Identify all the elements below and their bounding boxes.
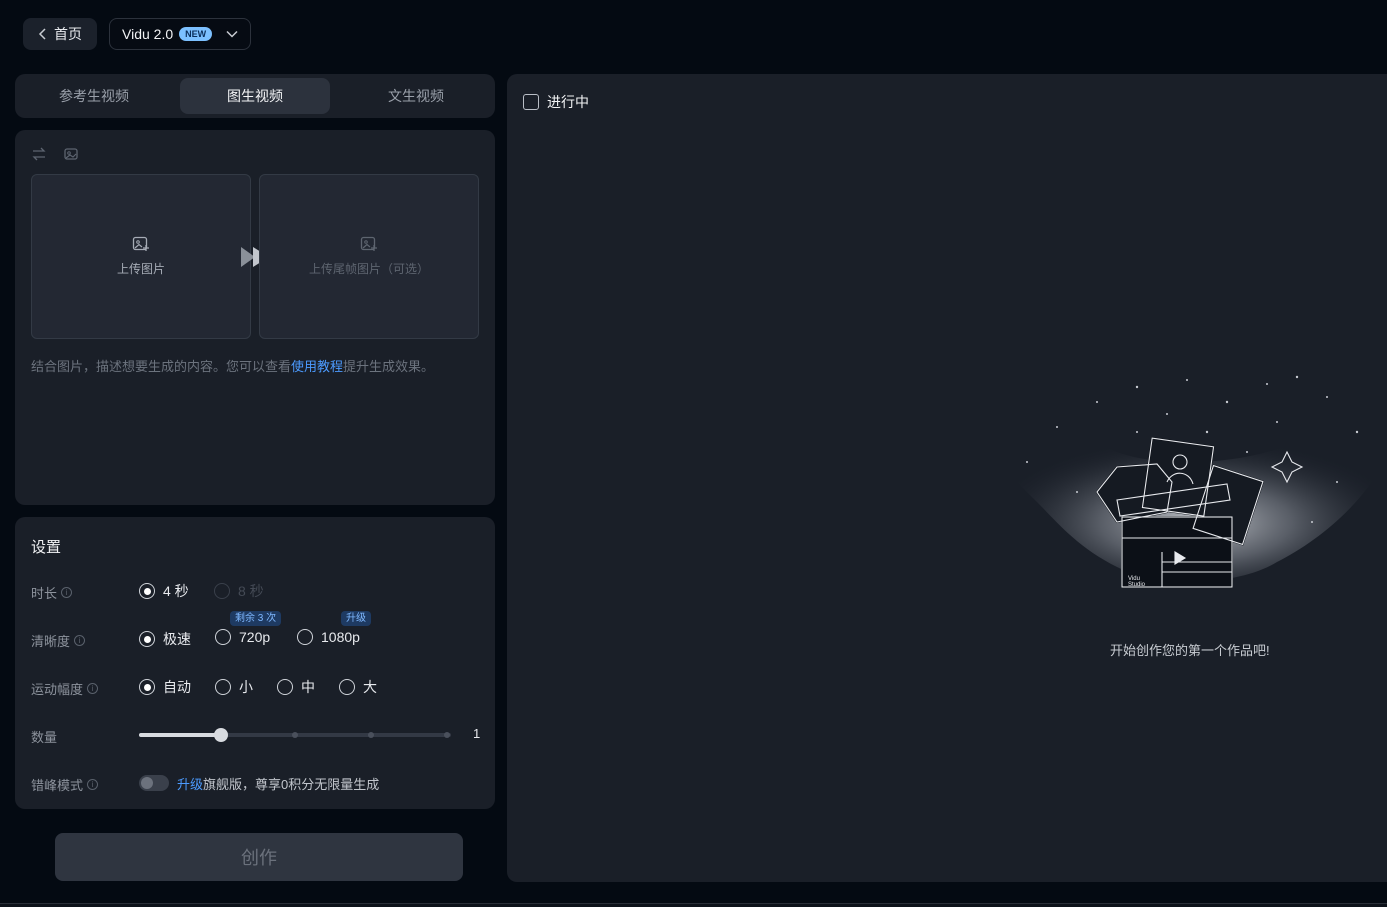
offpeak-label: 错峰模式 i bbox=[31, 775, 99, 794]
offpeak-text: 旗舰版，尊享0积分无限量生成 bbox=[203, 777, 380, 792]
remaining-tag: 剩余 3 次 bbox=[230, 611, 282, 626]
info-icon[interactable]: i bbox=[74, 635, 86, 646]
settings-panel: 设置 时长 i 4 秒 8 秒 清晰度 i 剩余 3 次 升级 极速 720p … bbox=[15, 517, 495, 809]
hint-text: 结合图片，描述想要生成的内容。您可以查看 bbox=[31, 359, 292, 374]
radio-dot bbox=[214, 583, 230, 599]
quantity-label-text: 数量 bbox=[31, 730, 58, 745]
prompt-hint[interactable]: 结合图片，描述想要生成的内容。您可以查看使用教程提升生成效果。 bbox=[31, 356, 434, 375]
info-icon[interactable]: i bbox=[87, 779, 99, 790]
image-upload-icon bbox=[360, 236, 377, 251]
radio-label: 8 秒 bbox=[238, 583, 264, 599]
model-name: Vidu 2.0 bbox=[122, 26, 174, 42]
mode-tabs: 参考生视频 图生视频 文生视频 bbox=[15, 74, 495, 118]
empty-state-text: 开始创作您的第一个作品吧! bbox=[1110, 643, 1270, 658]
upload-last-label: 上传尾帧图片（可选） bbox=[308, 262, 429, 276]
motion-auto-radio[interactable]: 自动 bbox=[139, 677, 191, 697]
resolution-720p-radio[interactable]: 720p bbox=[215, 629, 270, 645]
radio-label: 720p bbox=[239, 629, 271, 645]
radio-label: 中 bbox=[301, 679, 315, 695]
motion-large-radio[interactable]: 大 bbox=[339, 677, 377, 697]
duration-4s-radio[interactable]: 4 秒 bbox=[139, 581, 189, 601]
offpeak-label-text: 错峰模式 bbox=[31, 778, 84, 793]
slider-mark bbox=[292, 732, 298, 738]
upload-first-label: 上传图片 bbox=[116, 262, 165, 276]
bottom-border bbox=[0, 903, 1387, 907]
image-upload-icon bbox=[132, 236, 149, 251]
upgrade-link[interactable]: 升级 bbox=[177, 777, 203, 792]
tutorial-link[interactable]: 使用教程 bbox=[291, 359, 343, 374]
motion-label: 运动幅度 i bbox=[31, 679, 99, 698]
info-icon[interactable]: i bbox=[87, 683, 99, 694]
motion-medium-radio[interactable]: 中 bbox=[277, 677, 315, 697]
resolution-fast-radio[interactable]: 极速 bbox=[139, 629, 191, 649]
upload-first-frame[interactable]: 上传图片 bbox=[31, 174, 251, 339]
slider-mark bbox=[444, 732, 450, 738]
radio-dot bbox=[277, 679, 293, 695]
quantity-label: 数量 bbox=[31, 727, 57, 746]
in-progress-label: 进行中 bbox=[547, 94, 589, 110]
quantity-value: 1 bbox=[473, 726, 481, 741]
upgrade-tag[interactable]: 升级 bbox=[341, 611, 371, 626]
upload-panel: 上传图片 上传尾帧图片（可选） 结合图片，描述想要生成的内容。您可以查看使用教程… bbox=[15, 130, 495, 505]
chevron-down-icon bbox=[226, 30, 238, 38]
tab-text-to-video[interactable]: 文生视频 bbox=[341, 78, 491, 114]
quantity-slider[interactable] bbox=[139, 728, 451, 742]
duration-label: 时长 i bbox=[31, 583, 73, 602]
chevron-left-icon bbox=[38, 28, 46, 40]
home-label: 首页 bbox=[54, 26, 82, 42]
resolution-label: 清晰度 i bbox=[31, 631, 86, 650]
radio-label: 自动 bbox=[163, 679, 191, 695]
radio-dot bbox=[139, 583, 155, 599]
info-icon[interactable]: i bbox=[61, 587, 73, 598]
offpeak-description: 升级旗舰版，尊享0积分无限量生成 bbox=[177, 774, 379, 793]
slider-fill bbox=[139, 733, 221, 737]
hint-text-end: 提升生成效果。 bbox=[343, 359, 435, 374]
duration-8s-radio[interactable]: 8 秒 bbox=[214, 581, 264, 601]
checkbox[interactable] bbox=[523, 94, 539, 110]
resolution-label-text: 清晰度 bbox=[31, 634, 71, 649]
radio-dot bbox=[339, 679, 355, 695]
slider-mark bbox=[368, 732, 374, 738]
upload-last-frame[interactable]: 上传尾帧图片（可选） bbox=[259, 174, 479, 339]
radio-dot bbox=[139, 679, 155, 695]
slider-knob[interactable] bbox=[214, 728, 228, 742]
new-badge: NEW bbox=[179, 27, 213, 41]
model-selector[interactable]: Vidu 2.0 NEW bbox=[109, 18, 251, 50]
illustration-caption-studio: Studio bbox=[1128, 582, 1146, 588]
radio-label: 极速 bbox=[163, 631, 191, 647]
create-button[interactable]: 创作 bbox=[55, 833, 463, 881]
results-panel: 进行中 Vidu Studio 开始创作您的第一个作品吧! bbox=[507, 74, 1387, 882]
radio-dot bbox=[215, 629, 231, 645]
settings-title: 设置 bbox=[31, 539, 62, 556]
radio-label: 大 bbox=[363, 679, 377, 695]
image-settings-icon[interactable] bbox=[63, 146, 79, 162]
in-progress-filter[interactable]: 进行中 bbox=[523, 92, 589, 112]
swap-icon[interactable] bbox=[31, 146, 47, 162]
motion-small-radio[interactable]: 小 bbox=[215, 677, 253, 697]
radio-label: 4 秒 bbox=[163, 583, 189, 599]
empty-state-illustration: Vidu Studio bbox=[1003, 375, 1387, 588]
radio-label: 1080p bbox=[321, 629, 360, 645]
resolution-1080p-radio[interactable]: 1080p bbox=[297, 629, 360, 645]
duration-label-text: 时长 bbox=[31, 586, 58, 601]
offpeak-toggle[interactable] bbox=[139, 775, 169, 791]
radio-dot bbox=[215, 679, 231, 695]
radio-dot bbox=[139, 631, 155, 647]
motion-label-text: 运动幅度 bbox=[31, 682, 84, 697]
tab-image-to-video[interactable]: 图生视频 bbox=[180, 78, 330, 114]
tab-reference-video[interactable]: 参考生视频 bbox=[19, 78, 169, 114]
home-button[interactable]: 首页 bbox=[23, 18, 97, 50]
radio-dot bbox=[297, 629, 313, 645]
radio-label: 小 bbox=[239, 679, 253, 695]
